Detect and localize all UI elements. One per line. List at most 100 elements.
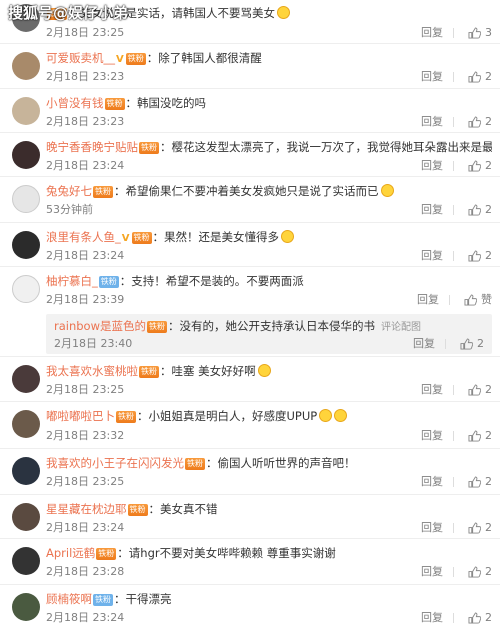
comment-text: 支持！希望不是装的。不要两面派 (131, 274, 304, 288)
username[interactable]: rainbow是蓝色的 (54, 319, 146, 333)
thumbs-up-icon (468, 384, 481, 396)
divider (453, 523, 454, 533)
like-button[interactable]: 2 (468, 429, 492, 443)
reply-button[interactable]: 回复 (421, 383, 443, 397)
avatar[interactable] (12, 185, 40, 213)
heart-eyes-emoji-icon (257, 364, 271, 377)
comment-time: 2月18日 23:25 (46, 383, 125, 396)
divider (449, 295, 450, 305)
reply-button[interactable]: 回复 (421, 521, 443, 535)
fans-badge: 铁粉 (104, 98, 125, 110)
divider (453, 431, 454, 441)
comment-text: 希望偷果仁不要冲着美女发疯她只是说了实话而已 (125, 184, 379, 198)
like-button[interactable]: 3 (468, 26, 492, 40)
reply-button[interactable]: 回复 (421, 429, 443, 443)
divider (445, 339, 446, 349)
divider (453, 117, 454, 127)
comment-item: 柚柠慕白_ 铁粉 ：支持！希望不是装的。不要两面派 2月18日 23:39 回复 赞… (0, 267, 500, 357)
cry-emoji-icon (380, 184, 394, 197)
divider (453, 251, 454, 261)
fans-badge: 铁粉 (185, 458, 205, 470)
username[interactable]: 我喜欢的小王子在闪闪发光 (46, 456, 184, 470)
comment-item: 晚宁香香晚宁贴贴铁粉：樱花这发型太漂亮了，我说一万次了，我觉得她耳朵露出来是最好… (0, 133, 500, 177)
avatar[interactable] (12, 547, 40, 575)
username[interactable]: 柚柠慕白_ (46, 274, 98, 288)
like-button[interactable]: 赞 (464, 293, 492, 307)
avatar[interactable] (12, 231, 40, 259)
like-button[interactable]: 2 (460, 337, 484, 351)
comment-item: 我喜欢的小王子在闪闪发光 铁粉 ：偷国人听听世界的声音吧！ 2月18日 23:25 … (0, 449, 500, 495)
smile-emoji-icon (281, 230, 294, 243)
divider (453, 385, 454, 395)
like-count: 2 (485, 70, 492, 83)
verified-v-icon: V (116, 54, 124, 65)
username[interactable]: 浪里有条人鱼_ (46, 230, 121, 244)
like-count: 2 (485, 249, 492, 262)
reply-button[interactable]: 回复 (421, 565, 443, 579)
reply-button[interactable]: 回复 (421, 611, 443, 625)
comment-list: { "watermark": "搜狐号@娱仔小弟", "comments": [… (0, 0, 500, 641)
username[interactable]: 小曾没有钱 (46, 96, 104, 110)
comment-item: 我太喜欢水蜜桃啦 铁粉 ：哇塞 美女好好啊 2月18日 23:25 回复 2 (0, 357, 500, 402)
like-button[interactable]: 2 (468, 611, 492, 625)
like-button[interactable]: 2 (468, 475, 492, 489)
reply-button[interactable]: 回复 (421, 159, 443, 173)
like-button[interactable]: 2 (468, 203, 492, 217)
avatar[interactable] (12, 275, 40, 303)
comment-image-link[interactable]: 评论配图 (381, 322, 421, 333)
thumbs-up-icon (464, 294, 477, 306)
avatar[interactable] (12, 97, 40, 125)
comment-text: 没有的，她公开支持承认日本侵华的书 (179, 319, 376, 333)
like-button[interactable]: 2 (468, 159, 492, 173)
username[interactable]: 晚宁香香晚宁贴贴 (46, 140, 138, 154)
thumbs-up-icon (468, 71, 481, 83)
username[interactable]: 顾楠筱啊 (46, 592, 92, 606)
like-button[interactable]: 2 (468, 565, 492, 579)
reply-button[interactable]: 回复 (421, 26, 443, 40)
reply-button[interactable]: 回复 (413, 337, 435, 351)
like-count: 2 (485, 159, 492, 172)
avatar[interactable] (12, 365, 40, 393)
username[interactable]: April远鹤 (46, 546, 95, 560)
reply-button[interactable]: 回复 (421, 249, 443, 263)
comment-item: 嘟啦嘟啦巴卜 铁粉 ：小姐姐真是明白人，好感度UPUP 2月18日 23:32 回复… (0, 402, 500, 449)
avatar[interactable] (12, 410, 40, 438)
username[interactable]: 嘟啦嘟啦巴卜 (46, 409, 115, 423)
reply-button[interactable]: 回复 (421, 475, 443, 489)
nested-reply: rainbow是蓝色的 铁粉 ：没有的，她公开支持承认日本侵华的书 评论配图 2月18… (46, 314, 492, 354)
username[interactable]: 可爱贩卖机__ (46, 51, 115, 65)
like-count: 2 (485, 383, 492, 396)
comment-item: 可爱贩卖机__V 铁粉 ：除了韩国人都很清醒 2月18日 23:23 回复 2 (0, 44, 500, 89)
avatar[interactable] (12, 503, 40, 531)
like-button[interactable]: 2 (468, 115, 492, 129)
avatar[interactable] (12, 593, 40, 621)
username[interactable]: 我太喜欢水蜜桃啦 (46, 364, 138, 378)
comment-item: 浪里有条人鱼_V 铁粉 ：果然！还是美女懂得多 2月18日 23:24 回复 2 (0, 223, 500, 267)
comment-time: 2月18日 23:25 (46, 475, 125, 488)
avatar[interactable] (12, 141, 40, 169)
comment-text: 干得漂亮 (125, 592, 172, 606)
divider (453, 613, 454, 623)
like-button[interactable]: 2 (468, 249, 492, 263)
username[interactable]: 兔兔好七 (46, 184, 92, 198)
avatar[interactable] (12, 457, 40, 485)
like-button[interactable]: 2 (468, 521, 492, 535)
like-button[interactable]: 2 (468, 70, 492, 84)
comment-time: 2月18日 23:40 (54, 337, 133, 350)
reply-button[interactable]: 回复 (417, 293, 439, 307)
comment-time: 2月18日 23:39 (46, 293, 125, 306)
fans-badge: 铁粉 (96, 548, 117, 560)
comment-text: 韩国没吃的吗 (137, 96, 206, 110)
reply-button[interactable]: 回复 (421, 70, 443, 84)
comment-time: 2月18日 23:24 (46, 159, 125, 172)
reply-button[interactable]: 回复 (421, 203, 443, 217)
like-button[interactable]: 2 (468, 383, 492, 397)
fans-badge: 铁粉 (139, 366, 159, 378)
like-count: 2 (477, 337, 484, 350)
like-count: 2 (485, 611, 492, 624)
thumbs-up-icon (468, 566, 481, 578)
username[interactable]: 星星藏在枕边耶 (46, 502, 127, 516)
like-count: 2 (485, 115, 492, 128)
avatar[interactable] (12, 52, 40, 80)
reply-button[interactable]: 回复 (421, 115, 443, 129)
